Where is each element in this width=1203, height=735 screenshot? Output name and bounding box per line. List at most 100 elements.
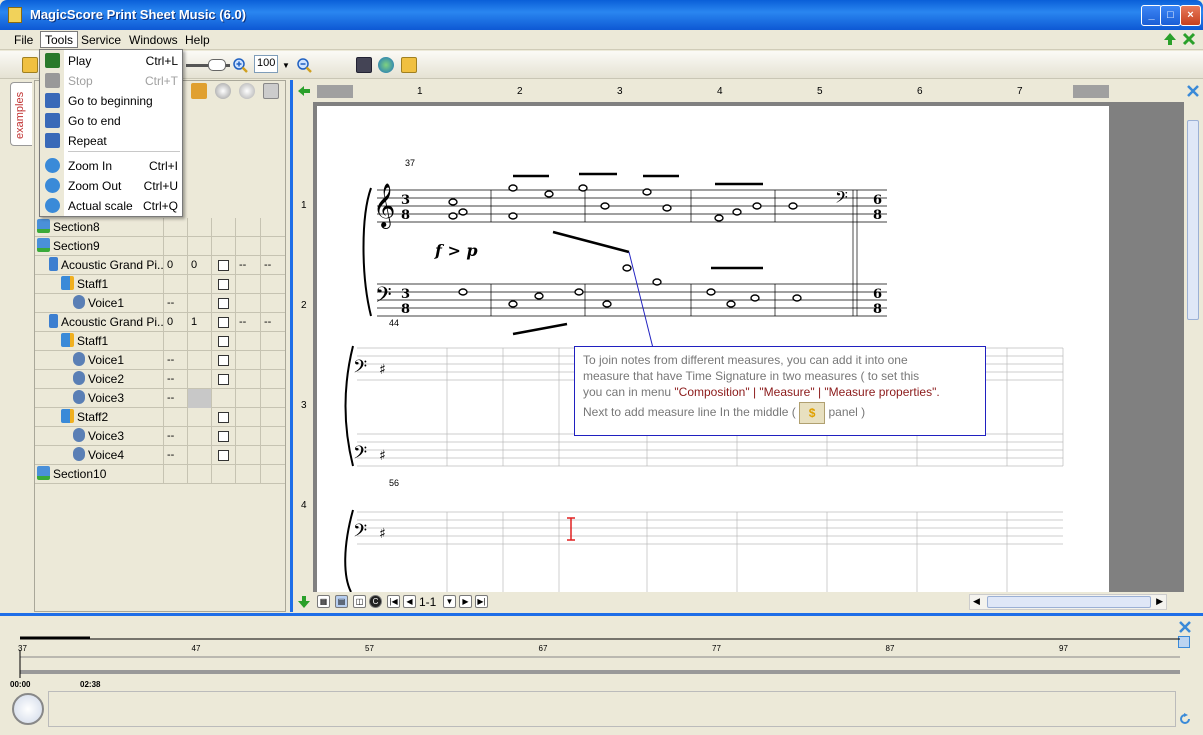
ruler-number: 6 <box>917 86 923 97</box>
visibility-checkbox[interactable] <box>218 298 229 309</box>
tree-item-label: Staff2 <box>35 408 163 427</box>
maximize-button[interactable]: □ <box>1160 5 1181 26</box>
tools-menu-item[interactable]: Go to beginning <box>40 91 182 111</box>
next-page-button[interactable]: ▶ <box>459 595 472 608</box>
mute-icon[interactable] <box>215 83 231 99</box>
score-view-icon[interactable] <box>356 57 372 73</box>
tree-cell-c2 <box>187 237 211 256</box>
visibility-checkbox[interactable] <box>218 317 229 328</box>
grid-icon[interactable] <box>263 83 279 99</box>
tools-menu-item[interactable]: Actual scale Ctrl+Q <box>40 196 182 216</box>
tree-cell-c1: 0 <box>163 313 187 332</box>
tree-row[interactable]: Section9 <box>35 237 285 256</box>
visibility-checkbox[interactable] <box>218 279 229 290</box>
visibility-checkbox[interactable] <box>218 260 229 271</box>
globe-icon[interactable] <box>378 57 394 73</box>
timeline-tick-label: 37 <box>18 644 27 653</box>
compass-icon[interactable] <box>12 693 44 725</box>
visibility-checkbox[interactable] <box>218 450 229 461</box>
close-panel-icon[interactable] <box>1186 84 1200 98</box>
list-icon[interactable] <box>191 83 207 99</box>
play-icon <box>45 53 60 68</box>
tree-row[interactable]: Staff1 <box>35 332 285 351</box>
close-document-icon[interactable] <box>1182 32 1196 46</box>
section-icon <box>37 466 50 480</box>
solo-icon[interactable] <box>239 83 255 99</box>
view-mode-2-icon[interactable]: ▤ <box>335 595 348 608</box>
arrow-up-icon[interactable] <box>1163 32 1177 46</box>
tree-cell-c3 <box>211 313 235 332</box>
page-nav-bar: ▦ ▤ ◫ C |◀ ◀ 1-1 ▼ ▶ ▶| ◀ ▶ <box>293 592 1193 612</box>
view-mode-c-icon[interactable]: C <box>369 595 382 608</box>
tools-menu-item[interactable]: Stop Ctrl+T <box>40 71 182 91</box>
tree-row[interactable]: Section10 <box>35 465 285 484</box>
tree-row[interactable]: Voice1 -- <box>35 351 285 370</box>
svg-text:𝄢: 𝄢 <box>375 283 392 313</box>
arrow-down-icon[interactable] <box>297 595 311 609</box>
tree-item-label: Voice1 <box>35 351 163 370</box>
go-to-end-icon <box>45 113 60 128</box>
open-folder-icon[interactable] <box>22 57 38 73</box>
close-button[interactable]: × <box>1180 5 1201 26</box>
svg-text:𝄢: 𝄢 <box>353 357 367 382</box>
page-select-button[interactable]: ▼ <box>443 595 456 608</box>
first-page-button[interactable]: |◀ <box>387 595 400 608</box>
tab-examples[interactable]: examples <box>10 82 32 146</box>
tree-row[interactable]: Voice4 -- <box>35 446 285 465</box>
tree-row[interactable]: Staff1 <box>35 275 285 294</box>
menu-file[interactable]: File <box>10 32 37 49</box>
zoom-dropdown-arrow[interactable]: ▼ <box>282 61 290 70</box>
tree-row[interactable]: Section8 <box>35 218 285 237</box>
zoom-out-icon[interactable] <box>296 57 312 73</box>
menu-tools[interactable]: Tools <box>40 31 79 48</box>
zoom-in-icon[interactable] <box>232 57 248 73</box>
tools-menu-item[interactable]: Go to end <box>40 111 182 131</box>
menu-help[interactable]: Help <box>181 32 214 49</box>
tree-cell-c2: 0 <box>187 256 211 275</box>
visibility-checkbox[interactable] <box>218 355 229 366</box>
tree-row[interactable]: Staff2 <box>35 408 285 427</box>
tree-cell-c1: 0 <box>163 256 187 275</box>
view-mode-3-icon[interactable]: ◫ <box>353 595 366 608</box>
horizontal-scroll-thumb[interactable] <box>987 596 1151 608</box>
minimize-button[interactable]: _ <box>1141 5 1162 26</box>
tree-row[interactable]: Voice3 -- <box>35 427 285 446</box>
tools-menu-item[interactable]: Play Ctrl+L <box>40 51 182 71</box>
tree-row[interactable]: Voice1 -- <box>35 294 285 313</box>
visibility-checkbox[interactable] <box>218 336 229 347</box>
svg-text:3: 3 <box>401 193 410 208</box>
repeat-icon <box>45 133 60 148</box>
exit-icon[interactable] <box>401 57 417 73</box>
left-ruler: 1 2 3 4 <box>293 102 313 592</box>
last-page-button[interactable]: ▶| <box>475 595 488 608</box>
visibility-checkbox[interactable] <box>218 374 229 385</box>
tree-row[interactable]: Acoustic Grand Pi... 0 0 -- -- <box>35 256 285 275</box>
tree-cell-c1 <box>163 275 187 294</box>
arrow-left-icon[interactable] <box>297 85 311 97</box>
tree-row[interactable]: Voice2 -- <box>35 370 285 389</box>
tree-row[interactable]: Voice3 -- <box>35 389 285 408</box>
vertical-scroll-thumb[interactable] <box>1187 120 1199 320</box>
refresh-icon[interactable] <box>1178 712 1192 726</box>
tools-menu-item[interactable]: Zoom Out Ctrl+U <box>40 176 182 196</box>
visibility-checkbox[interactable] <box>218 431 229 442</box>
tools-menu-item[interactable]: Zoom In Ctrl+I <box>40 156 182 176</box>
zoom-input[interactable]: 100 <box>254 55 278 73</box>
window-title: MagicScore Print Sheet Music (6.0) <box>30 7 247 22</box>
svg-text:𝄢: 𝄢 <box>353 521 367 546</box>
tools-menu-item[interactable]: Repeat <box>40 131 182 151</box>
menu-windows[interactable]: Windows <box>125 32 182 49</box>
view-mode-1-icon[interactable]: ▦ <box>317 595 330 608</box>
measure-split-icon: $ <box>799 402 826 424</box>
close-timeline-icon[interactable] <box>1178 620 1192 634</box>
zoom-slider-knob[interactable] <box>208 59 226 71</box>
tree-item-label: Staff1 <box>35 332 163 351</box>
vertical-scrollbar[interactable] <box>1184 80 1203 612</box>
tree-row[interactable]: Acoustic Grand Pi... 0 1 -- -- <box>35 313 285 332</box>
tree-cell-c3 <box>211 351 235 370</box>
visibility-checkbox[interactable] <box>218 412 229 423</box>
prev-page-button[interactable]: ◀ <box>403 595 416 608</box>
menu-service[interactable]: Service <box>77 32 125 49</box>
timeline-tick-label: 87 <box>886 644 895 653</box>
horizontal-scrollbar[interactable]: ◀ ▶ <box>969 594 1167 610</box>
